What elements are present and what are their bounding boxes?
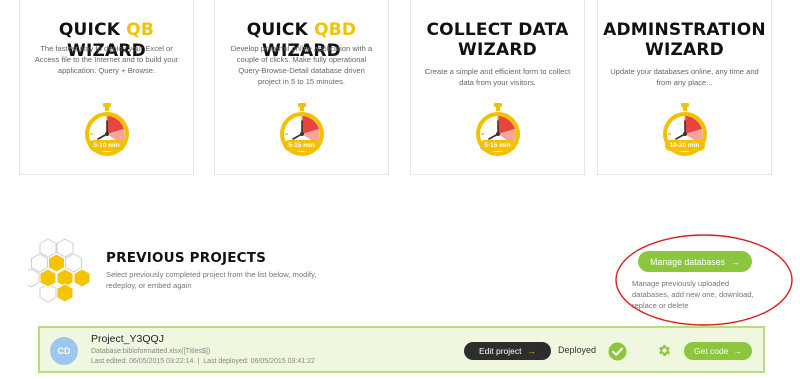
previous-projects-title: PREVIOUS PROJECTS xyxy=(106,250,267,266)
wizard-title: ADMINSTRATION xyxy=(603,20,766,40)
arrow-right-icon: → xyxy=(527,346,537,356)
wizard-description: Update your databases online, any time a… xyxy=(610,67,759,87)
arrow-right-icon: → xyxy=(733,346,743,356)
wizard-card-qb[interactable]: QUICK QB WIZARD The fastest way to deplo… xyxy=(19,0,194,175)
project-row[interactable]: CD Project_Y3QQJ Database:bibloformatted… xyxy=(38,326,765,373)
wizard-title-highlight: QB xyxy=(126,20,155,40)
wizard-title-line2: WIZARD xyxy=(458,40,537,60)
project-name: Project_Y3QQJ xyxy=(91,333,164,345)
project-dates: Last edited: 06/05/2015 03:22:14 | Last de… xyxy=(91,358,315,365)
get-code-button[interactable]: Get code → xyxy=(684,342,752,360)
separator: | xyxy=(197,358,200,365)
honeycomb-icon xyxy=(22,237,94,308)
edit-project-button[interactable]: Edit project → xyxy=(464,342,551,360)
gear-icon[interactable] xyxy=(657,343,672,358)
timer-icon xyxy=(472,102,524,164)
timer-icon xyxy=(81,102,133,164)
timer-icon xyxy=(659,102,711,164)
manage-databases-description: Manage previously uploaded databases, ad… xyxy=(632,279,754,310)
time-badge: 5-15 min xyxy=(283,140,320,151)
wizard-card-administration[interactable]: ADMINSTRATION WIZARD Update your databas… xyxy=(597,0,772,175)
wizard-description: Develop powerful online application with… xyxy=(230,44,373,86)
wizard-title-highlight: QBD xyxy=(314,20,357,40)
wizard-description: Create a simple and efficient form to co… xyxy=(424,67,571,87)
avatar: CD xyxy=(50,337,78,365)
check-circle-icon xyxy=(608,342,627,361)
wizard-card-collect-data[interactable]: COLLECT DATA WIZARD Create a simple and … xyxy=(410,0,585,175)
wizard-card-qbd[interactable]: QUICK QBD WIZARD Develop powerful online… xyxy=(214,0,389,175)
time-badge: 10-20 min xyxy=(664,140,705,151)
last-deployed: Last deployed: 06/05/2015 03:41:22 xyxy=(203,358,315,365)
wizard-title-pre: QUICK xyxy=(58,20,127,40)
time-badge: 5-10 min xyxy=(88,140,125,151)
manage-databases-label: Manage databases xyxy=(650,256,726,267)
wizard-title-line2: WIZARD xyxy=(645,40,724,60)
get-code-label: Get code xyxy=(694,346,729,356)
wizard-title: COLLECT DATA xyxy=(426,20,569,40)
wizard-title-pre: QUICK xyxy=(246,20,315,40)
previous-projects-description: Select previously completed project from… xyxy=(106,270,317,290)
deployed-status: Deployed xyxy=(558,345,597,355)
wizard-description: The fastest way to deploy your Excel or … xyxy=(34,44,179,75)
project-database: Database:bibloformatted.xlsx([Titles$]) xyxy=(91,348,211,355)
timer-icon xyxy=(276,102,328,164)
last-edited: Last edited: 06/05/2015 03:22:14 xyxy=(91,358,194,365)
time-badge: 5-15 min xyxy=(479,140,516,151)
manage-databases-button[interactable]: Manage databases → xyxy=(638,251,752,272)
edit-project-label: Edit project xyxy=(478,346,522,356)
arrow-right-icon: → xyxy=(731,256,740,267)
